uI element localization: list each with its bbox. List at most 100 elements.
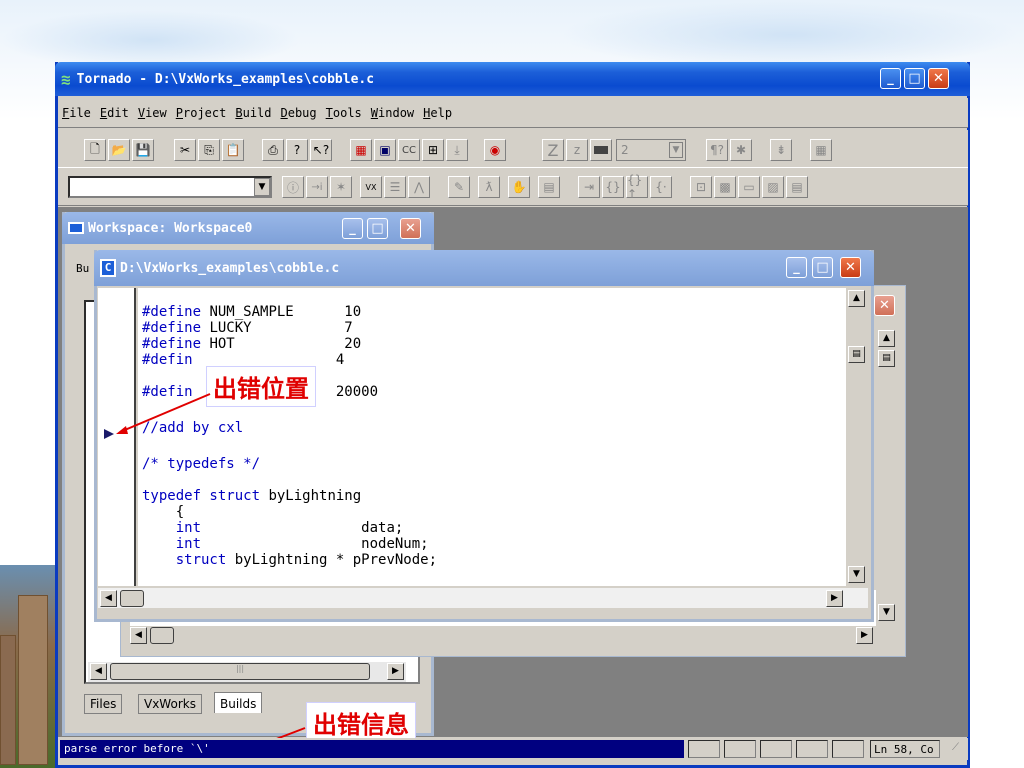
dependencies-icon[interactable]: ⊞: [422, 139, 444, 161]
editor-scroll-thumb-h[interactable]: [120, 590, 144, 607]
scroll-thumb[interactable]: |||: [110, 663, 370, 680]
menu-item-window[interactable]: Window: [371, 106, 414, 120]
editor-scroll-down-icon[interactable]: ▼: [848, 566, 865, 583]
compile-icon[interactable]: CC: [398, 139, 420, 161]
brace-icon[interactable]: {}: [602, 176, 624, 198]
registers-icon[interactable]: ▭: [738, 176, 760, 198]
background-scroll-left-icon[interactable]: ◀: [130, 627, 147, 644]
main-title-bar[interactable]: ≋ Tornado - D:\VxWorks_examples\cobble.c: [55, 62, 970, 96]
watch-icon[interactable]: ⊡: [690, 176, 712, 198]
code-keyword: #define: [142, 320, 202, 336]
code-line: struct byLightning * pPrevNode;: [142, 552, 437, 568]
code-keyword: int: [142, 520, 202, 536]
open-folder-icon[interactable]: 📂: [108, 139, 130, 161]
cut-icon[interactable]: ✂: [174, 139, 196, 161]
code-line: /* typedefs */: [142, 456, 260, 472]
help-icon[interactable]: ?: [286, 139, 308, 161]
minimize-button[interactable]: _: [880, 68, 901, 89]
background-scroll-down-icon[interactable]: ▼: [878, 604, 895, 621]
browser-icon[interactable]: ▤: [786, 176, 808, 198]
menu-item-file[interactable]: File: [62, 106, 91, 120]
build-icon[interactable]: ▦: [350, 139, 372, 161]
vxworks-shell-icon[interactable]: VX: [360, 176, 382, 198]
background-scroll-up-icon[interactable]: ▲: [878, 330, 895, 347]
grid-icon[interactable]: ▦: [810, 139, 832, 161]
question-wizard-icon[interactable]: ¶?: [706, 139, 728, 161]
background-close-button[interactable]: ✕: [874, 295, 895, 316]
step-icon[interactable]: ⇟: [770, 139, 792, 161]
background-scroll-thumb[interactable]: [150, 627, 174, 644]
code-text: data;: [201, 520, 404, 536]
step-into-icon[interactable]: →i: [306, 176, 328, 198]
target-combo-value: 2: [621, 143, 629, 157]
find-combo[interactable]: ▼: [68, 176, 272, 198]
tab-builds[interactable]: Builds: [214, 692, 263, 713]
menu-item-edit[interactable]: Edit: [100, 106, 129, 120]
editor-minimize-button[interactable]: _: [786, 257, 807, 278]
code-keyword: typedef struct: [142, 488, 261, 504]
editor-title-bar[interactable]: C D:\VxWorks_examples\cobble.c: [94, 250, 874, 286]
menu-item-project[interactable]: Project: [176, 106, 227, 120]
tab-vxworks[interactable]: VxWorks: [138, 694, 202, 714]
status-panel: [760, 740, 792, 758]
tab-files[interactable]: Files: [84, 694, 123, 714]
info-icon[interactable]: ⓘ: [282, 176, 304, 198]
bug-icon[interactable]: ✶: [330, 176, 352, 198]
tools-icon[interactable]: ✱: [730, 139, 752, 161]
download-icon[interactable]: ⤓: [446, 139, 468, 161]
workspace-hscrollbar[interactable]: ◀ ||| ▶: [88, 662, 406, 682]
print-icon[interactable]: ⎙: [262, 139, 284, 161]
code-area[interactable]: #define NUM_SAMPLE 10 #define LUCKY 7 #def…: [138, 288, 846, 586]
step-over-icon[interactable]: ⇥: [578, 176, 600, 198]
scroll-right-icon[interactable]: ▶: [387, 663, 404, 680]
editor-scroll-right-icon[interactable]: ▶: [826, 590, 843, 607]
rebuild-icon[interactable]: ▣: [374, 139, 396, 161]
workspace-minimize-button[interactable]: _: [342, 218, 363, 239]
debugger-icon[interactable]: ◉: [484, 139, 506, 161]
workspace-tabs: Files VxWorks Builds: [84, 692, 284, 718]
editor-scroll-left-icon[interactable]: ◀: [100, 590, 117, 607]
scroll-left-icon[interactable]: ◀: [90, 663, 107, 680]
workspace-close-button[interactable]: ✕: [400, 218, 421, 239]
copy-icon[interactable]: ⎘: [198, 139, 220, 161]
window-list-icon[interactable]: ☰: [384, 176, 406, 198]
zoom-large-icon[interactable]: Z: [542, 139, 564, 161]
menu-item-debug[interactable]: Debug: [281, 106, 317, 120]
editor-scroll-up-icon[interactable]: ▲: [848, 290, 865, 307]
hand-icon[interactable]: ✋: [508, 176, 530, 198]
menu-item-help[interactable]: Help: [423, 106, 452, 120]
maximize-button[interactable]: □: [904, 68, 925, 89]
menu-item-tools[interactable]: Tools: [326, 106, 362, 120]
locals-icon[interactable]: ▨: [762, 176, 784, 198]
resize-grip-icon[interactable]: ⟋: [952, 742, 966, 756]
memory-icon[interactable]: ▩: [714, 176, 736, 198]
code-comment: /* typedefs */: [142, 456, 261, 472]
editor-scroll-thumb-v[interactable]: ▤: [848, 346, 865, 363]
page-icon[interactable]: ▤: [538, 176, 560, 198]
continue-icon[interactable]: {·: [650, 176, 672, 198]
run-icon[interactable]: ƛ: [478, 176, 500, 198]
editor-close-button[interactable]: ✕: [840, 257, 861, 278]
paste-icon[interactable]: 📋: [222, 139, 244, 161]
tornado-icon: ≋: [61, 69, 71, 89]
code-line: typedef struct byLightning: [142, 488, 361, 504]
menu-item-build[interactable]: Build: [235, 106, 271, 120]
step-out-icon[interactable]: {}↑: [626, 173, 648, 201]
background-scroll-thumb-v[interactable]: ▤: [878, 350, 895, 367]
target-combo[interactable]: 2 ▼: [616, 139, 686, 161]
toolbar-row-2: ▼ ⓘ →i ✶ VX ☰ ⋀ ✎ ƛ ✋ ▤ ⇥ {} {}↑ {· ⊡ ▩ …: [58, 168, 968, 206]
editor-maximize-button[interactable]: □: [812, 257, 833, 278]
context-help-icon[interactable]: ↖?: [310, 139, 332, 161]
code-keyword: #define: [142, 336, 202, 352]
edit-icon[interactable]: ✎: [448, 176, 470, 198]
graph-icon[interactable]: ⋀: [408, 176, 430, 198]
menu-item-view[interactable]: View: [138, 106, 167, 120]
save-icon[interactable]: 💾: [132, 139, 154, 161]
background-scroll-right-icon[interactable]: ▶: [856, 627, 873, 644]
workspace-maximize-button[interactable]: □: [367, 218, 388, 239]
zoom-small-icon[interactable]: z: [566, 139, 588, 161]
target-color-icon[interactable]: [590, 139, 612, 161]
new-file-icon[interactable]: 🗋: [84, 139, 106, 161]
close-button[interactable]: ✕: [928, 68, 949, 89]
code-text: byLightning: [260, 488, 362, 504]
